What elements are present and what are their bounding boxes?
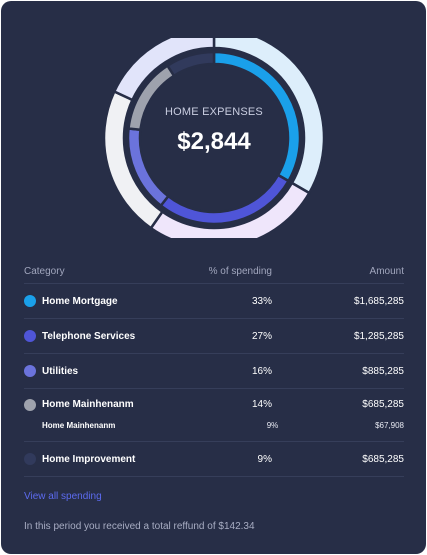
category-name: Home Mortgage xyxy=(42,295,118,307)
percent-value: 9% xyxy=(257,453,272,465)
legend-dot xyxy=(24,330,36,342)
row-category-cell: Home Improvement xyxy=(24,453,184,465)
category-name: Telephone Services xyxy=(42,330,136,342)
amount-value: $885,285 xyxy=(362,365,404,377)
amount-value: $1,285,285 xyxy=(353,330,404,342)
amount-value: $685,285 xyxy=(362,453,404,465)
sub-category-cell: Home Mainhenanm xyxy=(24,421,194,430)
amount-value: $685,285 xyxy=(362,399,404,410)
expenses-card: HOME EXPENSES $2,844 Category % of spend… xyxy=(1,1,426,554)
percent-value: 14% xyxy=(251,399,272,410)
donut-chart: HOME EXPENSES $2,844 xyxy=(103,38,325,238)
amount-value: $1,685,285 xyxy=(353,295,404,307)
row-category-cell: Utilities xyxy=(24,365,184,377)
view-all-spending-link[interactable]: View all spending xyxy=(24,491,102,502)
sub-percent-value: 9% xyxy=(266,421,279,430)
percent-value: 33% xyxy=(251,295,272,307)
sub-category-name: Home Mainhenanm xyxy=(42,421,116,430)
legend-dot xyxy=(24,453,36,465)
row-category-cell: Home Mortgage xyxy=(24,295,184,307)
legend-dot xyxy=(24,398,36,411)
sub-amount-value: $67,908 xyxy=(375,421,404,430)
table-row-improvement: Home Improvement 9% $685,285 xyxy=(24,442,404,477)
table-row-utilities: Utilities 16% $885,285 xyxy=(24,354,404,389)
donut-chart-svg xyxy=(103,38,325,238)
legend-dot xyxy=(24,295,36,307)
header-amount: Amount xyxy=(369,265,404,277)
table-header: Category % of spending Amount xyxy=(24,259,404,284)
spending-table: Category % of spending Amount Home Mortg… xyxy=(24,259,404,477)
table-row-telephone: Telephone Services 27% $1,285,285 xyxy=(24,319,404,354)
legend-dot xyxy=(24,365,36,377)
category-name: Home Improvement xyxy=(42,453,136,465)
category-name: Home Mainhenanm xyxy=(42,399,134,410)
table-row-mortgage: Home Mortgage 33% $1,685,285 xyxy=(24,284,404,319)
row-sub-line: Home Mainhenanm 9% $67,908 xyxy=(24,417,404,435)
row-main-line: Home Mainhenanm 14% $685,285 xyxy=(24,396,404,414)
header-percent: % of spending xyxy=(208,265,272,277)
percent-value: 16% xyxy=(251,365,272,377)
refund-note: In this period you received a total reff… xyxy=(24,521,255,532)
table-row-mainhenanm: Home Mainhenanm 14% $685,285 Home Mainhe… xyxy=(24,389,404,442)
percent-value: 27% xyxy=(251,330,272,342)
row-category-cell: Telephone Services xyxy=(24,330,184,342)
row-category-cell: Home Mainhenanm xyxy=(24,398,184,411)
header-category: Category xyxy=(24,265,65,277)
category-name: Utilities xyxy=(42,365,79,377)
